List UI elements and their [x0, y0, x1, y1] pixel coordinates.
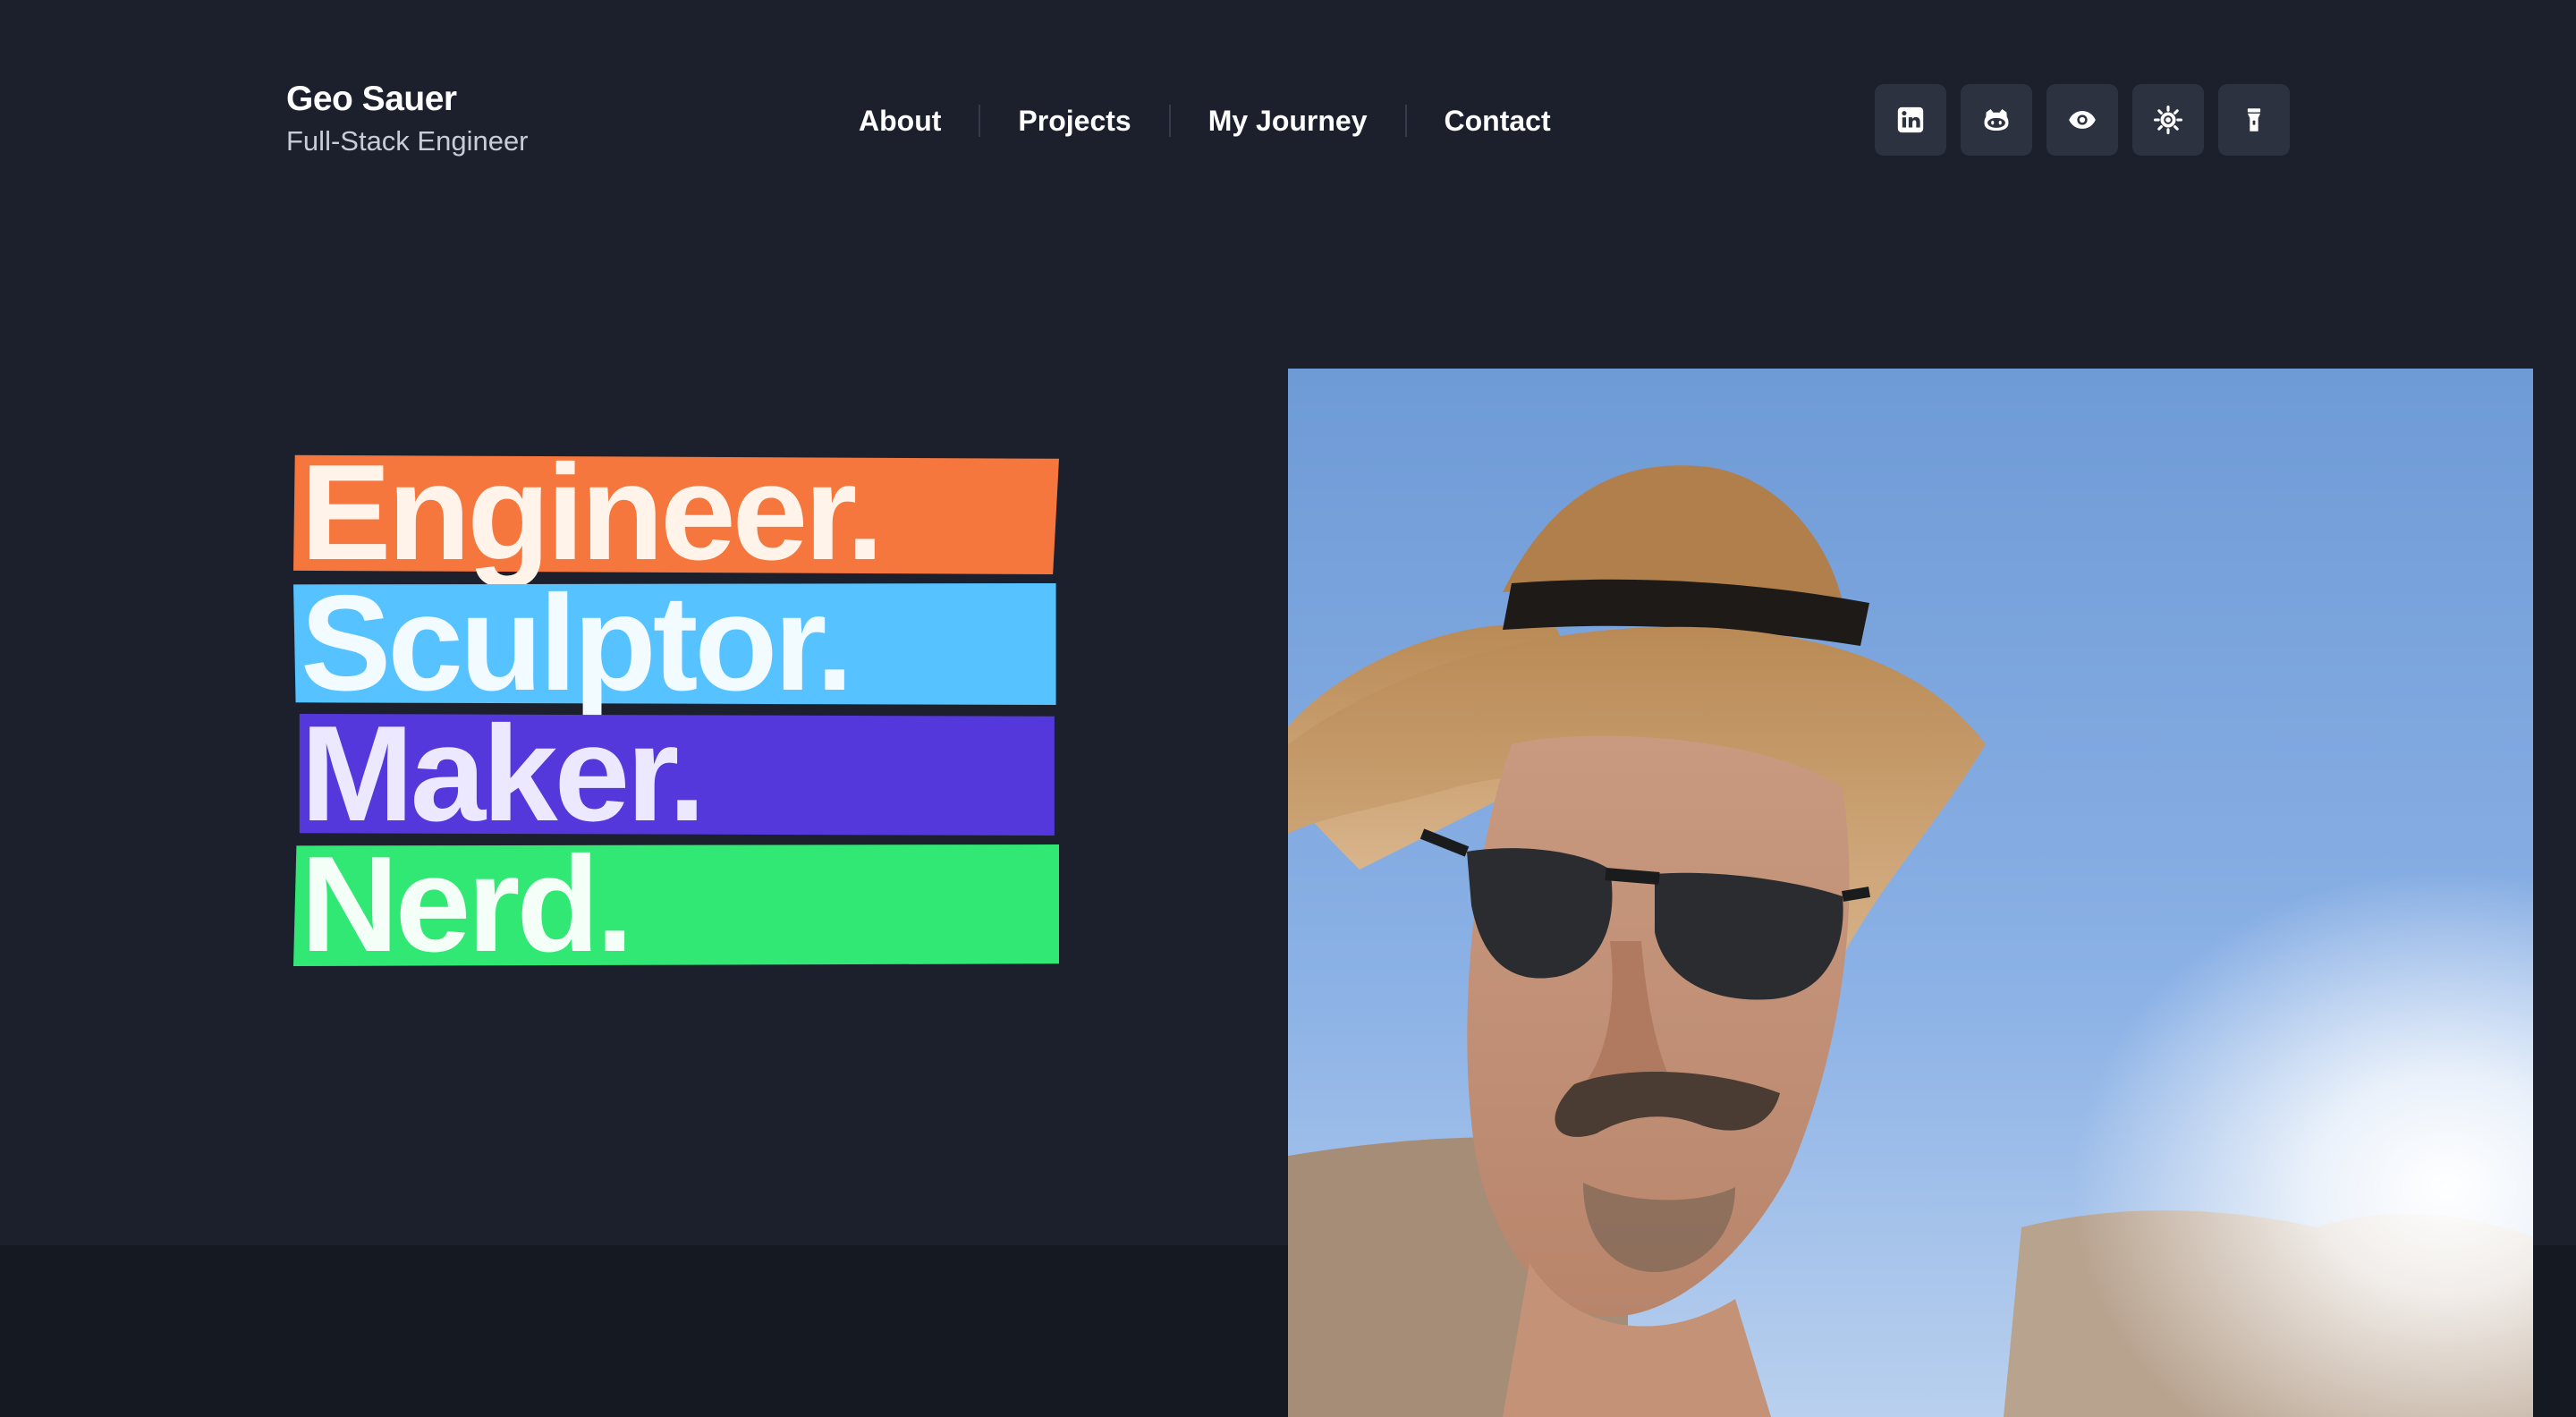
eye-icon [2069, 111, 2096, 129]
nav-separator [1404, 105, 1407, 137]
hero-word-text: Maker. [301, 698, 706, 850]
github-button[interactable] [1961, 84, 2032, 156]
profile-photo [1288, 369, 2533, 1417]
main-nav: About Projects My Journey Contact [859, 98, 1551, 143]
header-icon-buttons [1875, 84, 2290, 156]
theme-toggle-button[interactable] [2132, 84, 2204, 156]
flashlight-icon [2247, 108, 2261, 132]
nav-projects[interactable]: Projects [1018, 105, 1131, 138]
linkedin-icon [1897, 106, 1924, 133]
brand-role: Full-Stack Engineer [286, 125, 529, 157]
nav-contact[interactable]: Contact [1445, 105, 1551, 138]
nav-my-journey[interactable]: My Journey [1208, 105, 1368, 138]
vision-toggle-button[interactable] [2046, 84, 2118, 156]
hero-word-text: Nerd. [301, 828, 634, 980]
linkedin-button[interactable] [1875, 84, 1946, 156]
sun-icon [2153, 105, 2183, 135]
hero-tagline: Engineer. Sculptor. Maker. Nerd. [293, 437, 1063, 980]
hero-word-nerd: Nerd. [293, 828, 1063, 980]
github-icon [1984, 108, 2009, 132]
nav-separator [979, 105, 981, 137]
brand[interactable]: Geo Sauer Full-Stack Engineer [286, 77, 529, 161]
hero-word-text: Sculptor. [301, 567, 853, 719]
hero-word-text: Engineer. [301, 437, 884, 589]
portrait-illustration [1288, 369, 2533, 1417]
hero-word-engineer: Engineer. [293, 437, 1063, 589]
brand-name: Geo Sauer [286, 80, 457, 118]
nav-about[interactable]: About [859, 105, 941, 138]
nav-separator [1168, 105, 1171, 137]
hero-word-sculptor: Sculptor. [293, 567, 1063, 719]
hero-word-maker: Maker. [293, 698, 1063, 850]
flashlight-button[interactable] [2218, 84, 2290, 156]
